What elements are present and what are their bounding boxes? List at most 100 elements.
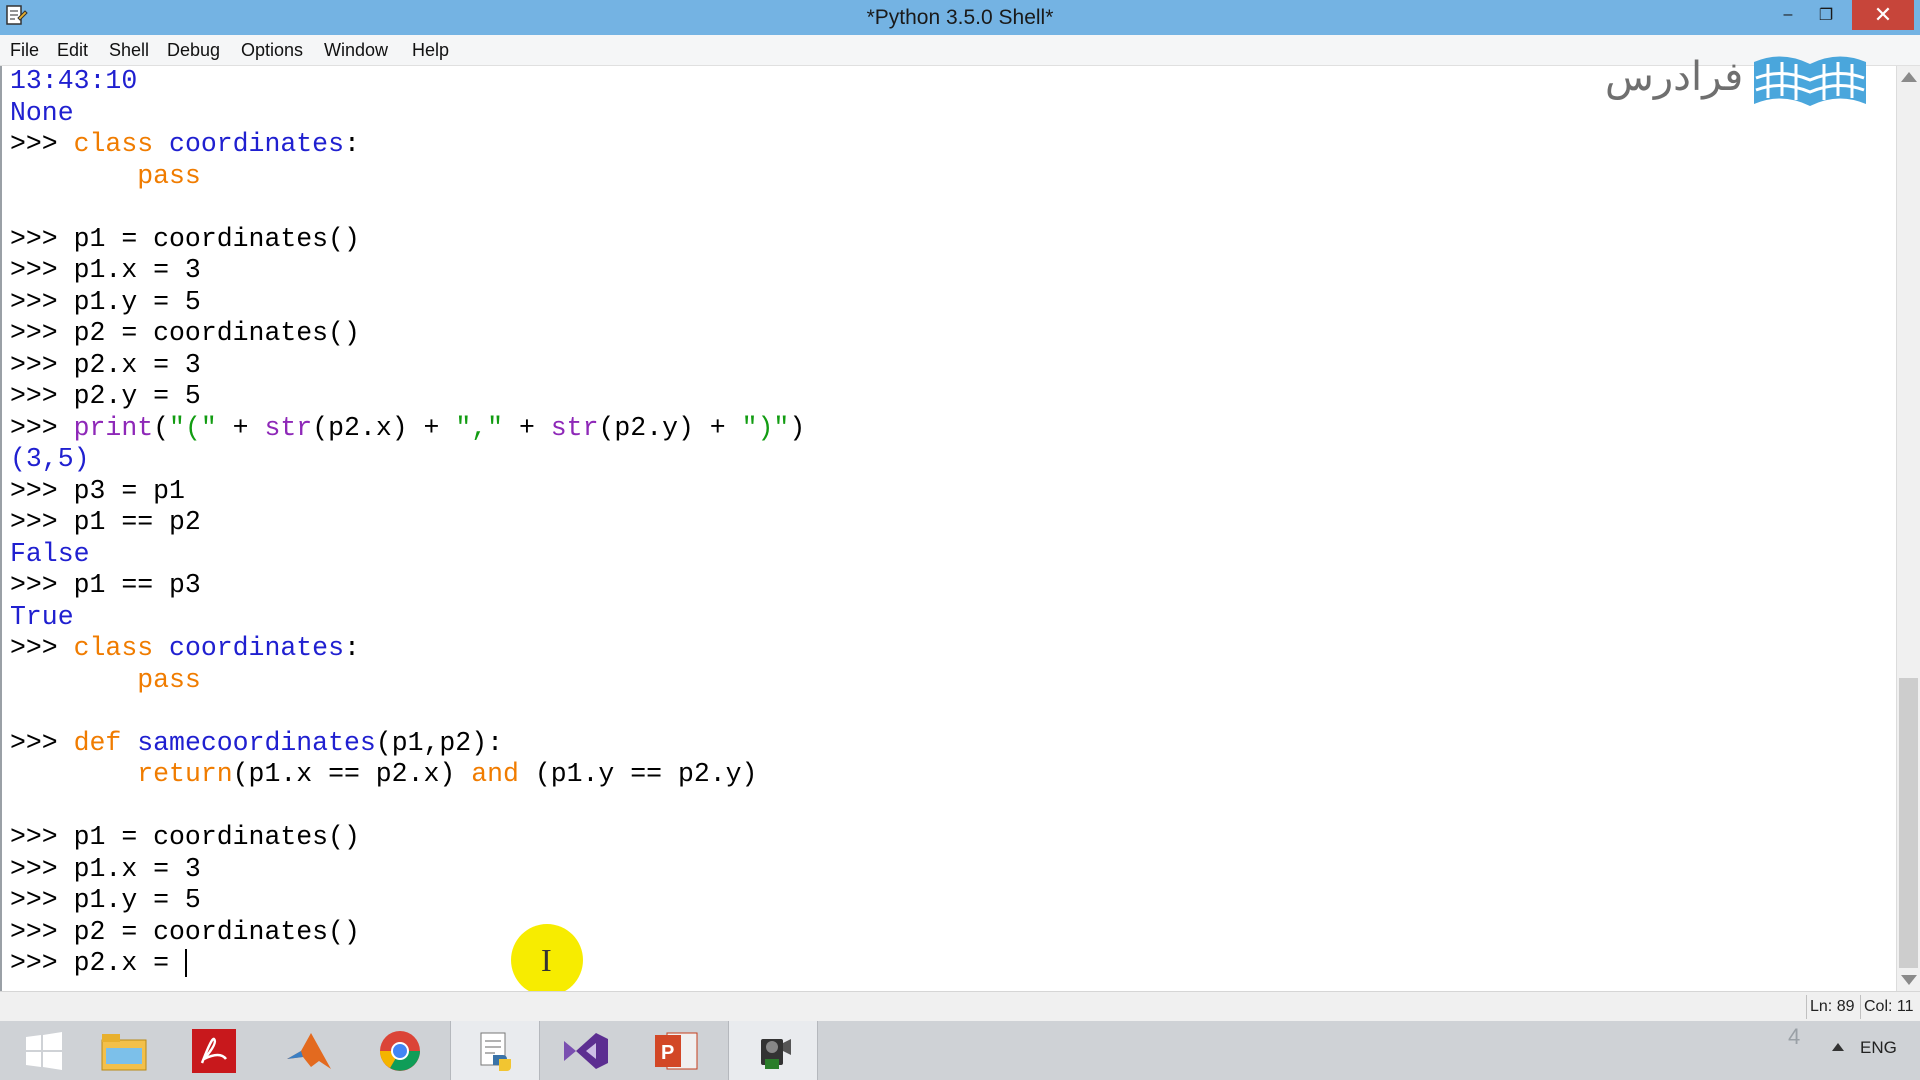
minimize-button[interactable]: – [1770,0,1806,30]
python-idle-icon[interactable] [450,1021,540,1080]
menu-shell[interactable]: Shell [109,35,149,65]
shell-token: >>> p1.x = 3 [10,853,201,884]
shell-token: "," [455,412,504,443]
shell-token: >>> p1 == p3 [10,570,201,600]
shell-token: >>> p2 = coordinates() [10,916,360,947]
shell-token: + [216,412,265,443]
file-explorer-icon[interactable] [80,1021,168,1080]
shell-token: True [10,601,74,632]
scroll-thumb[interactable] [1899,678,1918,968]
shell-token: (3,5) [10,444,90,474]
shell-token: (p1.y == p2.y) [518,759,758,789]
windows-start-icon[interactable] [0,1021,88,1080]
faradars-watermark: فرادرس [1605,48,1870,114]
title-bar[interactable]: *Python 3.5.0 Shell* – ❐ ✕ [0,0,1920,35]
shell-text-area[interactable]: 13:43:10 None >>> class coordinates: pass >… [0,66,1898,991]
shell-line: >>> p1.y = 5 [10,287,805,319]
shell-token: >>> [10,633,74,663]
shell-line: (3,5) [10,444,805,476]
shell-token: >>> p1 = coordinates() [10,223,360,254]
menu-file[interactable]: File [10,35,39,65]
shell-token: coordinates [169,633,344,663]
shell-line: None [10,98,805,130]
shell-token: : [343,633,360,663]
taskbar: P 4 ENG [0,1021,1920,1080]
shell-line: >>> p1 == p3 [10,570,805,602]
shell-token: (p1.x == p2.x) [232,759,472,789]
show-hidden-icons-icon[interactable] [1832,1043,1844,1051]
close-icon: ✕ [1873,2,1893,27]
close-button[interactable]: ✕ [1852,0,1914,30]
shell-token [153,633,169,663]
shell-token: ) [789,412,806,443]
shell-line: return(p1.x == p2.x) and (p1.y == p2.y) [10,759,805,791]
shell-line: >>> p2 = coordinates() [10,917,805,949]
watermark-text: فرادرس [1605,54,1744,100]
shell-token: pass [10,160,201,191]
shell-token: (p2.y) + [598,412,742,443]
menu-debug[interactable]: Debug [167,35,220,65]
menu-help[interactable]: Help [412,35,449,65]
shell-line: >>> p1 = coordinates() [10,224,805,256]
acrobat-reader-icon[interactable] [170,1021,258,1080]
shell-token: >>> [10,412,74,443]
svg-text:P: P [661,1042,674,1064]
shell-line: >>> p1.x = 3 [10,854,805,886]
scroll-up-icon[interactable] [1901,72,1917,82]
shell-line: True [10,602,805,634]
matlab-icon[interactable] [265,1021,353,1080]
shell-line: >>> p1 == p2 [10,507,805,539]
shell-token: ( [153,412,170,443]
shell-token: coordinates [169,129,344,159]
notification-count: 4 [1788,1024,1801,1049]
shell-token: False [10,538,90,569]
ibeam-cursor-icon: I [541,942,552,978]
visual-studio-icon[interactable] [542,1021,630,1080]
shell-token: print [73,412,154,443]
camtasia-recorder-icon[interactable] [728,1021,818,1080]
shell-token: 13:43:10 [10,66,138,96]
shell-line: >>> p1.y = 5 [10,885,805,917]
shell-line: >>> p2.x = 3 [10,350,805,382]
input-language[interactable]: ENG [1860,1038,1897,1058]
shell-line: >>> class coordinates: [10,633,805,665]
shell-line: >>> print("(" + str(p2.x) + "," + str(p2… [10,413,805,445]
shell-token: (p1,p2): [375,727,504,758]
shell-token: >>> p2.y = 5 [10,381,201,411]
menu-options[interactable]: Options [241,35,303,65]
shell-token: ")" [741,412,790,443]
shell-token: "(" [169,412,217,443]
vertical-scrollbar[interactable] [1896,66,1920,991]
shell-token: samecoordinates [137,727,376,758]
scroll-down-icon[interactable] [1901,975,1917,985]
shell-output[interactable]: 13:43:10 None >>> class coordinates: pass >… [10,66,805,980]
shell-token [10,759,137,789]
shell-token: and [471,759,519,789]
shell-token: >>> p1.y = 5 [10,286,201,317]
shell-token: >>> p2.x = 3 [10,349,201,380]
restore-icon: ❐ [1818,7,1834,24]
text-cursor [184,949,187,977]
shell-line: pass [10,665,805,697]
maximize-button[interactable]: ❐ [1808,0,1844,30]
menu-edit[interactable]: Edit [57,35,88,65]
shell-line: False [10,539,805,571]
chrome-icon[interactable] [356,1021,444,1080]
shell-token: None [10,97,74,128]
powerpoint-icon[interactable]: P [632,1021,720,1080]
shell-token: + [503,412,551,443]
shell-token: >>> p1.y = 5 [10,885,201,915]
menu-window[interactable]: Window [324,35,388,65]
shell-token: (p2.x) + [312,412,456,443]
shell-token: def [73,727,122,758]
status-column: Col: 11 [1860,995,1917,1019]
shell-token: >>> p2 = coordinates() [10,318,360,348]
shell-token: return [137,759,233,789]
shell-line: >>> def samecoordinates(p1,p2): [10,728,805,760]
shell-line: 13:43:10 [10,66,805,98]
shell-line: >>> p1.x = 3 [10,255,805,287]
shell-line: >>> class coordinates: [10,129,805,161]
shell-line: pass [10,161,805,193]
